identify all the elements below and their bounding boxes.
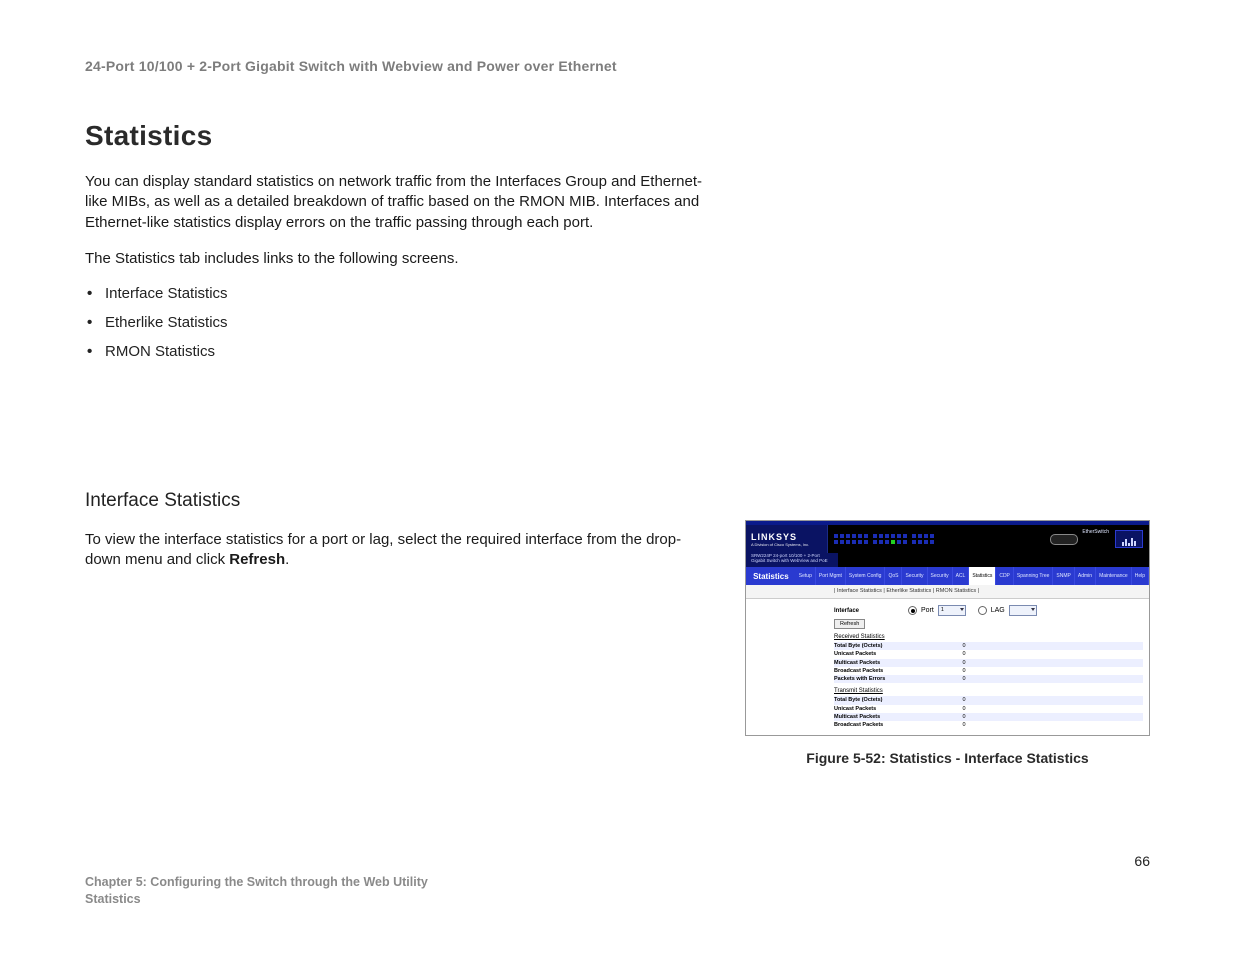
refresh-keyword: Refresh [229, 551, 285, 568]
port-radio-label: Port [921, 607, 934, 614]
table-row: Multicast Packets0 [834, 659, 1143, 667]
header-row: LINKSYS A Division of Cisco Systems, Inc… [746, 525, 1149, 553]
stat-value: 0 [924, 659, 1004, 667]
stat-key: Total Byte (Octets) [834, 642, 924, 650]
device-desc-row: SRW224P 24-port 10/100 + 2-Port Gigabit … [746, 553, 1149, 567]
table-row: Multicast Packets0 [834, 713, 1143, 721]
footer-section: Statistics [85, 891, 428, 908]
list-item: RMON Statistics [105, 343, 713, 360]
brand-logo: LINKSYS [751, 532, 822, 542]
lag-radio-label: LAG [991, 607, 1005, 614]
table-row: Broadcast Packets0 [834, 721, 1143, 729]
intro-paragraph-2: The Statistics tab includes links to the… [85, 249, 713, 269]
tab-qos[interactable]: QoS [885, 567, 902, 585]
tab-setup[interactable]: Setup [796, 567, 816, 585]
tab-security[interactable]: Security [902, 567, 927, 585]
page-number: 66 [1134, 853, 1150, 869]
section-heading: Statistics [85, 120, 713, 152]
screen-list: Interface Statistics Etherlike Statistic… [85, 285, 713, 360]
intro-paragraph-1: You can display standard statistics on n… [85, 172, 713, 233]
tab-help[interactable]: Help [1132, 567, 1149, 585]
running-footer: Chapter 5: Configuring the Switch throug… [85, 874, 428, 908]
sub-navigation[interactable]: | Interface Statistics | Etherlike Stati… [746, 585, 1149, 599]
tab-statistics[interactable]: Statistics [969, 567, 996, 585]
tab-snmp[interactable]: SNMP [1053, 567, 1074, 585]
device-label: EtherSwitch [1082, 529, 1109, 535]
stats-body: Interface Port 1 LAG Refresh R [746, 599, 1149, 735]
lag-select[interactable] [1009, 605, 1037, 616]
figure-wrapper: LINKSYS A Division of Cisco Systems, Inc… [745, 520, 1150, 766]
tab-spanning-tree[interactable]: Spanning Tree [1014, 567, 1054, 585]
tab-acl[interactable]: ACL [953, 567, 970, 585]
brand-subtitle: A Division of Cisco Systems, Inc. [751, 542, 822, 547]
port-select[interactable]: 1 [938, 605, 966, 616]
webview-screenshot: LINKSYS A Division of Cisco Systems, Inc… [745, 520, 1150, 736]
tab-maintenance[interactable]: Maintenance [1096, 567, 1132, 585]
text-run: To view the interface statistics for a p… [85, 531, 681, 568]
main-tabs: Setup Port Mgmt System Config QoS Securi… [796, 567, 1149, 585]
stat-key: Unicast Packets [834, 650, 924, 658]
stat-key: Broadcast Packets [834, 667, 924, 675]
text-column: Statistics You can display standard stat… [85, 120, 713, 766]
figure-column: LINKSYS A Division of Cisco Systems, Inc… [745, 120, 1150, 766]
uplink-icon [1050, 534, 1078, 545]
tab-port-mgmt[interactable]: Port Mgmt [816, 567, 846, 585]
stat-key: Total Byte (Octets) [834, 696, 924, 704]
tab-admin[interactable]: Admin [1075, 567, 1096, 585]
stat-key: Unicast Packets [834, 705, 924, 713]
figure-caption: Figure 5-52: Statistics - Interface Stat… [745, 750, 1150, 766]
stat-value: 0 [924, 696, 1004, 704]
refresh-row: Refresh [834, 619, 1143, 629]
stat-value: 0 [924, 675, 1004, 683]
table-row: Unicast Packets0 [834, 650, 1143, 658]
received-stats-heading: Received Statistics [834, 634, 1143, 640]
list-item: Interface Statistics [105, 285, 713, 302]
table-row: Unicast Packets0 [834, 705, 1143, 713]
table-row: Total Byte (Octets)0 [834, 696, 1143, 704]
subsection-heading: Interface Statistics [85, 490, 713, 512]
stat-key: Packets with Errors [834, 675, 924, 683]
tab-security-2[interactable]: Security [928, 567, 953, 585]
stat-value: 0 [924, 650, 1004, 658]
tab-cdp[interactable]: CDP [996, 567, 1014, 585]
table-row: Packets with Errors0 [834, 675, 1143, 683]
brand-cell: LINKSYS A Division of Cisco Systems, Inc… [746, 525, 828, 553]
running-header: 24-Port 10/100 + 2-Port Gigabit Switch w… [85, 58, 1150, 74]
stat-value: 0 [924, 721, 1004, 729]
stat-value: 0 [924, 705, 1004, 713]
device-icon [1115, 530, 1143, 548]
stat-value: 0 [924, 667, 1004, 675]
content-columns: Statistics You can display standard stat… [85, 120, 1150, 766]
interface-selector-row: Interface Port 1 LAG [834, 605, 1143, 616]
text-run: . [285, 551, 289, 568]
stat-key: Multicast Packets [834, 713, 924, 721]
document-page: 24-Port 10/100 + 2-Port Gigabit Switch w… [0, 0, 1235, 954]
stat-value: 0 [924, 713, 1004, 721]
table-row: Broadcast Packets0 [834, 667, 1143, 675]
device-right: EtherSwitch [1050, 530, 1143, 548]
stat-key: Multicast Packets [834, 659, 924, 667]
device-panel: EtherSwitch [828, 525, 1149, 553]
list-item: Etherlike Statistics [105, 314, 713, 331]
transmit-stats-heading: Transmit Statistics [834, 688, 1143, 694]
subsection-paragraph: To view the interface statistics for a p… [85, 530, 713, 571]
desc-spacer [838, 553, 1149, 567]
port-led-grid [834, 534, 934, 544]
table-row: Total Byte (Octets)0 [834, 642, 1143, 650]
nav-row: Statistics Setup Port Mgmt System Config… [746, 567, 1149, 585]
footer-chapter: Chapter 5: Configuring the Switch throug… [85, 874, 428, 891]
tab-system-config[interactable]: System Config [846, 567, 886, 585]
lag-radio[interactable] [978, 606, 987, 615]
stat-value: 0 [924, 642, 1004, 650]
interface-label: Interface [834, 608, 904, 614]
port-radio[interactable] [908, 606, 917, 615]
refresh-button[interactable]: Refresh [834, 619, 865, 629]
page-title: Statistics [746, 567, 796, 585]
device-description: SRW224P 24-port 10/100 + 2-Port Gigabit … [746, 553, 838, 567]
stat-key: Broadcast Packets [834, 721, 924, 729]
